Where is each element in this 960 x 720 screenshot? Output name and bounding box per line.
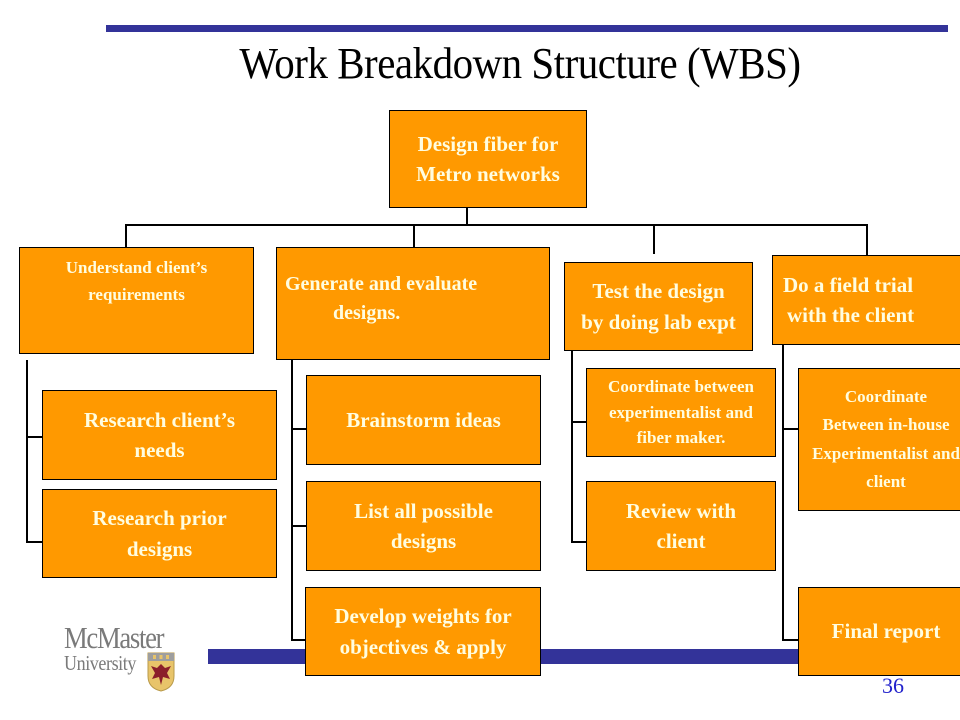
node-label: designs: [390, 529, 457, 553]
connector-line: [571, 421, 587, 423]
connector-line: [782, 428, 798, 430]
node-label: experimentalist and: [608, 402, 754, 422]
connector-line: [653, 224, 655, 254]
wbs-node-brainstorm[interactable]: Brainstorm ideas: [306, 375, 541, 465]
node-label: fiber maker.: [636, 428, 726, 448]
connector-line: [571, 541, 587, 543]
wbs-node-test-design[interactable]: Test the design by doing lab expt: [564, 262, 753, 351]
node-label: designs.: [333, 302, 401, 324]
connector-line: [291, 428, 306, 430]
wbs-node-list-designs[interactable]: List all possible designs: [306, 481, 541, 571]
logo-wordmark: McMaster: [64, 620, 165, 655]
crest-icon: [147, 652, 175, 692]
connector-line: [26, 541, 43, 543]
node-label: with the client: [787, 303, 915, 327]
node-label: Generate and evaluate: [285, 273, 478, 295]
node-label: client: [866, 471, 906, 491]
connector-line: [466, 208, 468, 224]
node-label: Brainstorm ideas: [346, 407, 501, 432]
node-label: Research client’s: [83, 407, 236, 432]
connector-line: [782, 345, 784, 640]
connector-line: [291, 639, 306, 641]
connector-line: [125, 224, 127, 247]
connector-line: [291, 525, 306, 527]
wbs-node-coordinate-inhouse[interactable]: Coordinate Between in-house Experimental…: [798, 368, 960, 511]
wbs-node-final-report[interactable]: Final report: [798, 587, 960, 676]
node-label: Review with: [625, 498, 737, 523]
mcmaster-logo: McMaster University: [64, 622, 194, 697]
connector-line: [571, 345, 573, 542]
logo-subtitle: University: [64, 651, 136, 675]
wbs-node-generate-evaluate[interactable]: Generate and evaluate designs.: [276, 247, 550, 360]
connector-line: [291, 360, 293, 640]
node-label: Between in-house: [822, 415, 950, 435]
connector-line: [26, 360, 28, 542]
node-label: Develop weights for: [334, 604, 512, 629]
connector-line: [866, 224, 868, 256]
wbs-node-develop-weights[interactable]: Develop weights for objectives & apply: [305, 587, 541, 676]
connector-line: [413, 224, 415, 247]
node-label: Metro networks: [416, 162, 560, 186]
node-label: Design fiber for: [417, 131, 559, 156]
page-number: 36: [882, 673, 904, 698]
node-label: client: [656, 529, 706, 553]
node-label: objectives & apply: [339, 634, 507, 659]
node-label: Coordinate between: [608, 377, 754, 397]
wbs-node-field-trial[interactable]: Do a field trial with the client: [772, 255, 960, 345]
node-label: Coordinate: [844, 387, 928, 407]
node-label: Do a field trial: [783, 272, 914, 297]
connector-line: [125, 224, 867, 226]
wbs-root-node[interactable]: Design fiber for Metro networks: [389, 110, 587, 208]
node-label: Final report: [831, 619, 941, 644]
node-label: needs: [134, 438, 185, 462]
top-accent-bar: [106, 25, 948, 32]
wbs-node-understand-requirements[interactable]: Understand client’s requirements: [19, 247, 254, 354]
wbs-node-research-prior-designs[interactable]: Research prior designs: [42, 489, 277, 578]
connector-line: [782, 639, 798, 641]
connector-line: [26, 436, 43, 438]
node-label: List all possible: [354, 498, 493, 523]
node-label: by doing lab expt: [581, 309, 736, 334]
wbs-node-coordinate-experimentalist[interactable]: Coordinate between experimentalist and f…: [586, 368, 776, 457]
wbs-node-review-client[interactable]: Review with client: [586, 481, 776, 571]
node-label: requirements: [88, 285, 185, 305]
slide-title: Work Breakdown Structure (WBS): [239, 39, 801, 88]
wbs-node-research-needs[interactable]: Research client’s needs: [42, 390, 277, 480]
node-label: Understand client’s: [65, 258, 208, 277]
node-label: Test the design: [592, 279, 725, 304]
node-label: Experimentalist and: [812, 443, 960, 463]
node-label: designs: [126, 536, 193, 561]
node-label: Research prior: [92, 506, 227, 531]
